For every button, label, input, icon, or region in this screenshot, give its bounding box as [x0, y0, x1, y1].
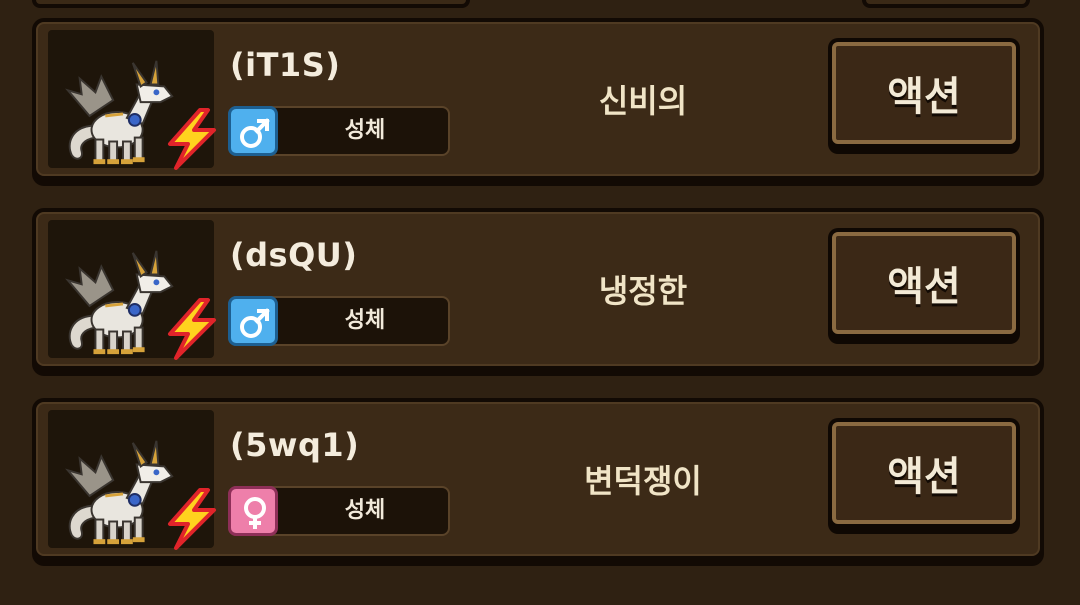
- lightning-bolt-icon: [162, 298, 220, 360]
- growth-stage-label: 성체: [344, 118, 386, 143]
- dragon-row: (5wq1) 성체 변덕쟁이 액션: [32, 398, 1044, 566]
- gender-stage-bar: 성체: [228, 106, 450, 156]
- male-symbol-icon: [228, 296, 278, 346]
- personality-label: 변덕쟁이: [584, 462, 702, 500]
- growth-stage-label: 성체: [344, 498, 386, 523]
- dragon-name: (dsQU): [230, 236, 358, 274]
- action-button[interactable]: 액션: [828, 228, 1020, 344]
- action-button[interactable]: 액션: [828, 38, 1020, 154]
- gender-stage-bar: 성체: [228, 486, 450, 536]
- previous-row-edge: [32, 0, 470, 8]
- dragon-row-panel: (5wq1) 성체 변덕쟁이 액션: [36, 402, 1040, 556]
- dragon-row-panel: (iT1S) 성체 신비의 액션: [36, 22, 1040, 176]
- dragon-row-panel: (dsQU) 성체 냉정한 액션: [36, 212, 1040, 366]
- growth-stage-label: 성체: [344, 308, 386, 333]
- dragon-portrait[interactable]: [48, 30, 214, 168]
- dragon-name: (iT1S): [230, 46, 341, 84]
- dragon-row: (dsQU) 성체 냉정한 액션: [32, 208, 1044, 376]
- dragon-name: (5wq1): [230, 426, 360, 464]
- gender-stage-bar: 성체: [228, 296, 450, 346]
- dragon-portrait[interactable]: [48, 220, 214, 358]
- lightning-bolt-icon: [162, 108, 220, 170]
- action-button-label: 액션: [832, 42, 1016, 144]
- male-symbol-icon: [228, 106, 278, 156]
- lightning-bolt-icon: [162, 488, 220, 550]
- action-button[interactable]: 액션: [828, 418, 1020, 534]
- female-symbol-icon: [228, 486, 278, 536]
- personality-label: 냉정한: [598, 272, 688, 310]
- dragon-row: (iT1S) 성체 신비의 액션: [32, 18, 1044, 186]
- previous-button-edge: [862, 0, 1030, 8]
- action-button-label: 액션: [832, 422, 1016, 524]
- action-button-label: 액션: [832, 232, 1016, 334]
- personality-label: 신비의: [598, 82, 688, 120]
- dragon-portrait[interactable]: [48, 410, 214, 548]
